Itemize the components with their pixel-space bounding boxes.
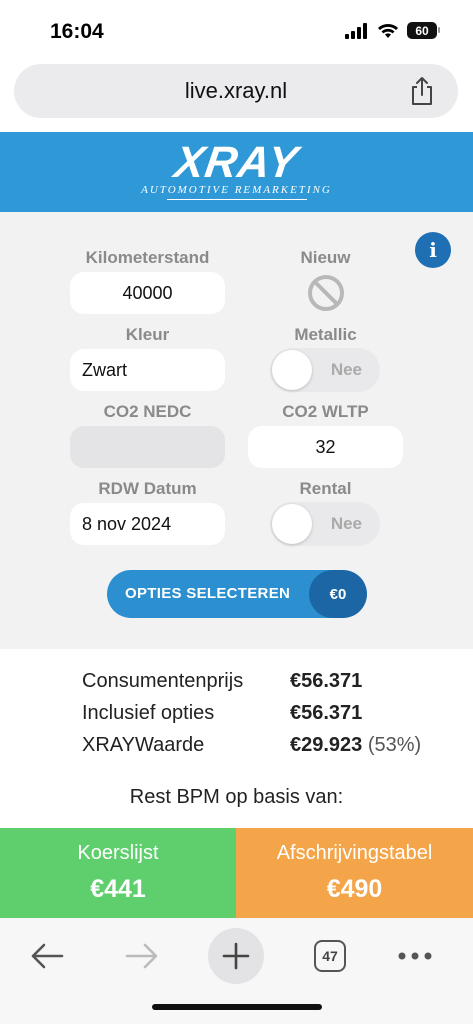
logo-main: XRAY xyxy=(171,138,302,187)
afschrijvingstabel-box[interactable]: Afschrijvingstabel €490 xyxy=(236,828,473,918)
kleur-input[interactable]: Zwart xyxy=(70,349,225,391)
xray-logo[interactable]: XRAY AUTOMOTIVE REMARKETING xyxy=(0,138,473,200)
share-icon[interactable] xyxy=(408,76,436,106)
afschrijvingstabel-label: Afschrijvingstabel xyxy=(276,842,433,864)
toggle-knob xyxy=(272,504,312,544)
options-select-button[interactable]: OPTIES SELECTEREN €0 xyxy=(107,570,367,618)
info-icon[interactable]: i xyxy=(415,232,451,268)
plus-icon xyxy=(222,942,250,970)
rdw-datum-input[interactable]: 8 nov 2024 xyxy=(70,503,225,545)
rdw-datum-label: RDW Datum xyxy=(98,479,197,498)
toggle-knob xyxy=(272,350,312,390)
status-icons: 60 xyxy=(345,22,440,39)
result-value: €56.371 xyxy=(290,670,363,692)
rental-toggle-label: Nee xyxy=(330,514,362,533)
rental-label: Rental xyxy=(299,479,352,498)
tabs-icon: 47 xyxy=(314,940,346,972)
signal-icon xyxy=(345,22,367,39)
bpm-boxes: Koerslijst €441 Afschrijvingstabel €490 xyxy=(0,828,473,918)
metallic-toggle[interactable]: Nee xyxy=(270,348,380,392)
bpm-title: Rest BPM op basis van: xyxy=(129,786,344,808)
xraywaarde-value: €29.923 xyxy=(290,734,363,756)
kilometerstand-input[interactable]: 40000 xyxy=(70,272,225,314)
forward-button[interactable] xyxy=(114,928,170,984)
co2-nedc-input xyxy=(70,426,225,468)
result-label: Inclusief opties xyxy=(82,702,215,724)
rental-toggle[interactable]: Nee xyxy=(270,502,380,546)
metallic-label: Metallic xyxy=(294,325,357,344)
kleur-label: Kleur xyxy=(125,325,170,344)
result-label: Consumentenprijs xyxy=(82,670,244,692)
nieuw-no-icon[interactable] xyxy=(306,273,346,313)
url-text[interactable]: live.xray.nl xyxy=(14,78,458,104)
kilometerstand-label: Kilometerstand xyxy=(85,248,210,267)
back-icon xyxy=(31,943,64,969)
battery-icon: 60 xyxy=(407,22,440,39)
more-button[interactable] xyxy=(387,928,443,984)
koerslijst-box[interactable]: Koerslijst €441 xyxy=(0,828,236,918)
result-value: €56.371 xyxy=(290,702,363,724)
options-label: OPTIES SELECTEREN xyxy=(125,585,291,602)
koerslijst-value: €441 xyxy=(90,875,146,903)
address-bar[interactable]: live.xray.nl xyxy=(14,64,458,118)
vehicle-form: i Kilometerstand 40000 Nieuw Kleur Zwart… xyxy=(0,212,473,649)
logo-divider xyxy=(166,199,307,200)
metallic-toggle-label: Nee xyxy=(330,360,362,379)
more-icon xyxy=(398,952,432,960)
co2-wltp-label: CO2 WLTP xyxy=(282,402,369,421)
home-indicator xyxy=(152,1004,322,1010)
result-value: €29.923 (53%) xyxy=(290,734,421,757)
options-price-badge: €0 xyxy=(309,570,367,618)
tabs-button[interactable]: 47 xyxy=(302,928,358,984)
site-header: XRAY AUTOMOTIVE REMARKETING xyxy=(0,132,473,212)
wifi-icon xyxy=(378,23,398,38)
price-results: Consumentenprijs €56.371 Inclusief optie… xyxy=(0,652,473,828)
new-tab-button[interactable] xyxy=(208,928,264,984)
status-time: 16:04 xyxy=(50,20,104,43)
koerslijst-label: Koerslijst xyxy=(77,842,159,864)
status-bar: 16:04 60 xyxy=(0,0,473,62)
back-button[interactable] xyxy=(19,928,75,984)
forward-icon xyxy=(125,943,158,969)
co2-nedc-label: CO2 NEDC xyxy=(103,402,192,421)
result-label: XRAYWaarde xyxy=(82,734,205,756)
xraywaarde-percent: (53%) xyxy=(367,734,422,756)
co2-wltp-input[interactable]: 32 xyxy=(248,426,403,468)
nieuw-label: Nieuw xyxy=(300,248,351,267)
afschrijvingstabel-value: €490 xyxy=(326,875,383,903)
